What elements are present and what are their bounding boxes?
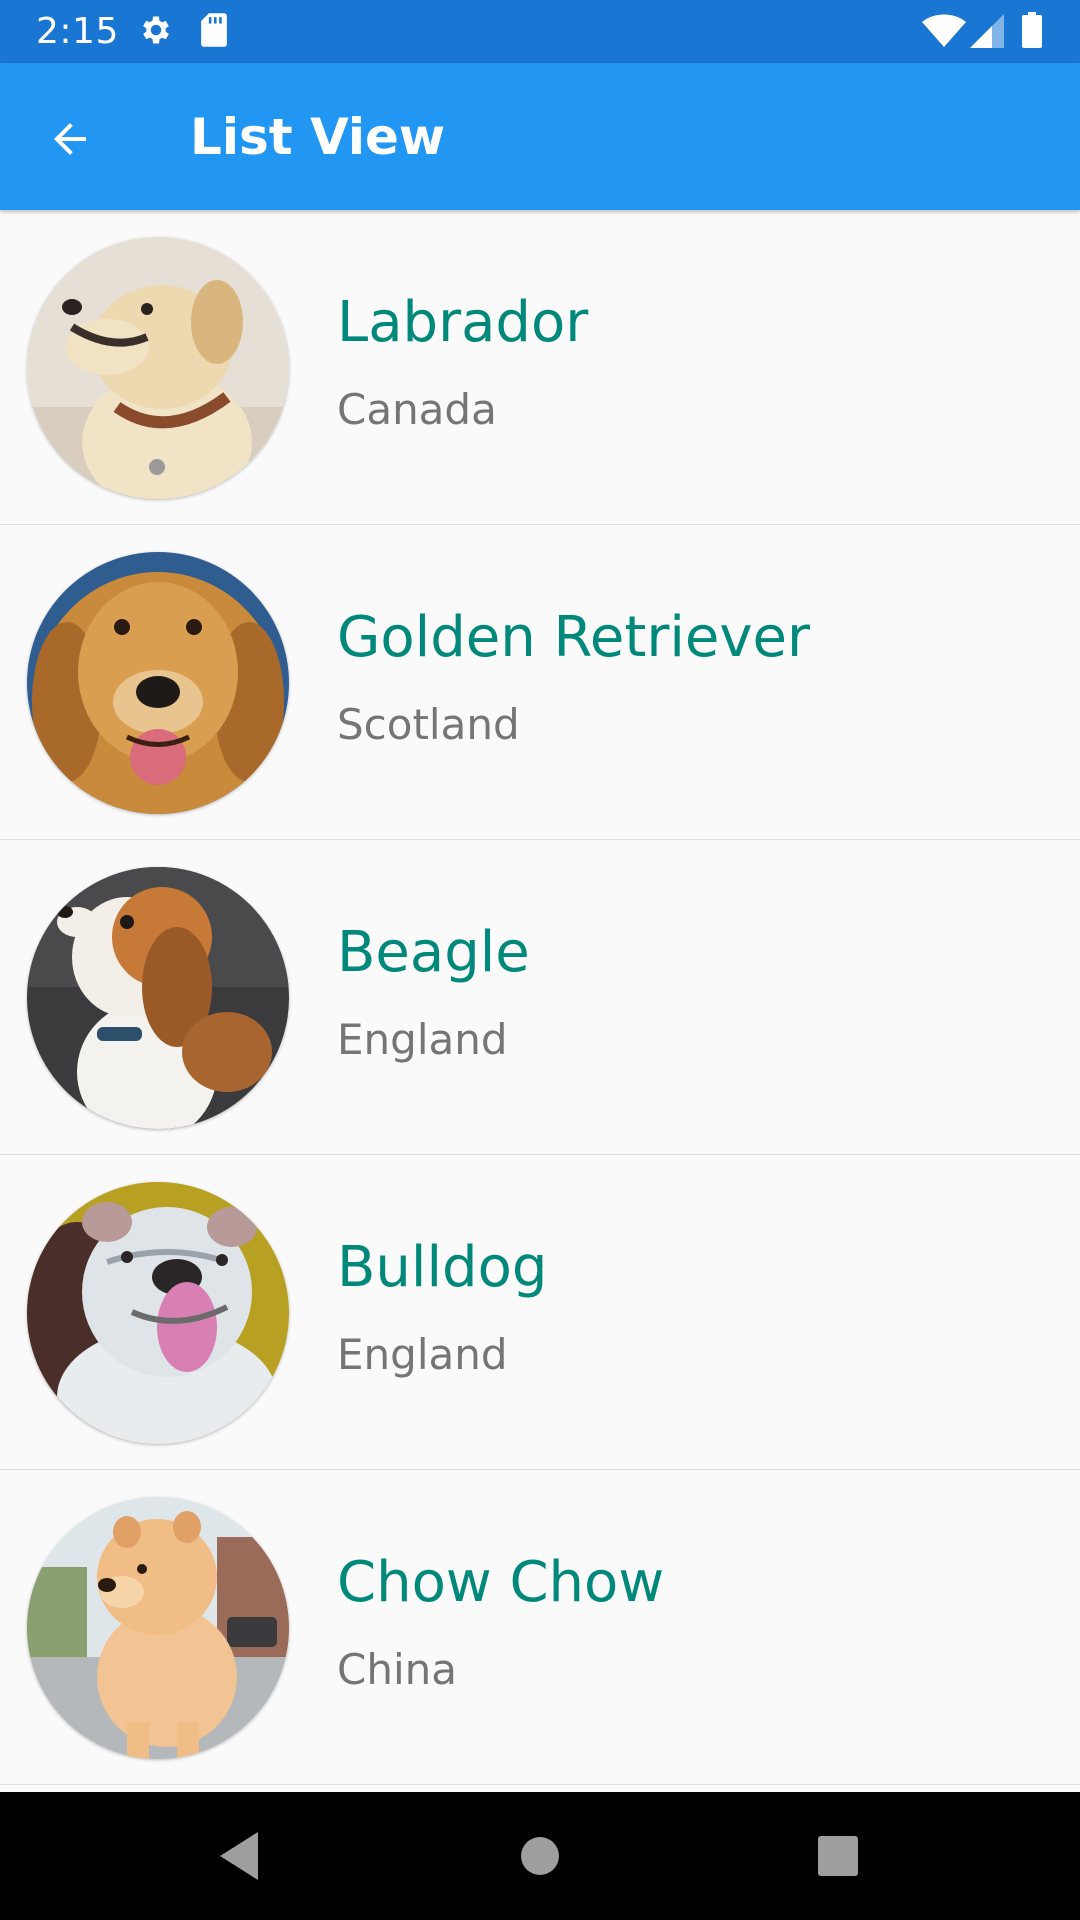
breed-origin: Canada [337,385,497,434]
labrador-avatar [27,237,289,499]
back-button[interactable] [30,99,110,179]
breed-name: Beagle [337,920,530,985]
breed-origin: China [337,1645,457,1694]
page-title: List View [190,107,446,166]
system-nav-bar [0,1792,1080,1920]
back-triangle-icon [220,1832,258,1880]
status-time: 2:15 [36,11,119,52]
recents-square-icon [818,1836,858,1876]
list-item-labrador[interactable]: Labrador Canada [0,210,1080,525]
list-item-bulldog[interactable]: Bulldog England [0,1155,1080,1470]
nav-back-button[interactable] [214,1826,274,1886]
breed-origin: Scotland [337,700,520,749]
nav-home-button[interactable] [510,1826,570,1886]
list-item-beagle[interactable]: Beagle England [0,840,1080,1155]
beagle-avatar [27,867,289,1129]
breed-list[interactable]: Labrador Canada Golden Retriever Scotlan… [0,210,1080,1792]
sd-card-icon [198,12,230,52]
breed-name: Labrador [337,290,589,355]
breed-origin: England [337,1015,508,1064]
status-bar: 2:15 [0,0,1080,63]
signal-icon [970,14,1004,52]
breed-name: Bulldog [337,1235,548,1300]
nav-recents-button[interactable] [808,1826,868,1886]
list-item-chow-chow[interactable]: Chow Chow China [0,1470,1080,1785]
wifi-icon [922,14,966,52]
breed-origin: England [337,1330,508,1379]
gear-icon [138,12,174,52]
battery-icon [1022,12,1042,52]
chow-chow-avatar [27,1497,289,1759]
bulldog-avatar [27,1182,289,1444]
breed-name: Chow Chow [337,1550,665,1615]
home-circle-icon [521,1837,559,1875]
app-bar: List View [0,63,1080,210]
arrow-back-icon [54,123,86,155]
golden-retriever-avatar [27,552,289,814]
list-item-golden-retriever[interactable]: Golden Retriever Scotland [0,525,1080,840]
breed-name: Golden Retriever [337,605,810,670]
